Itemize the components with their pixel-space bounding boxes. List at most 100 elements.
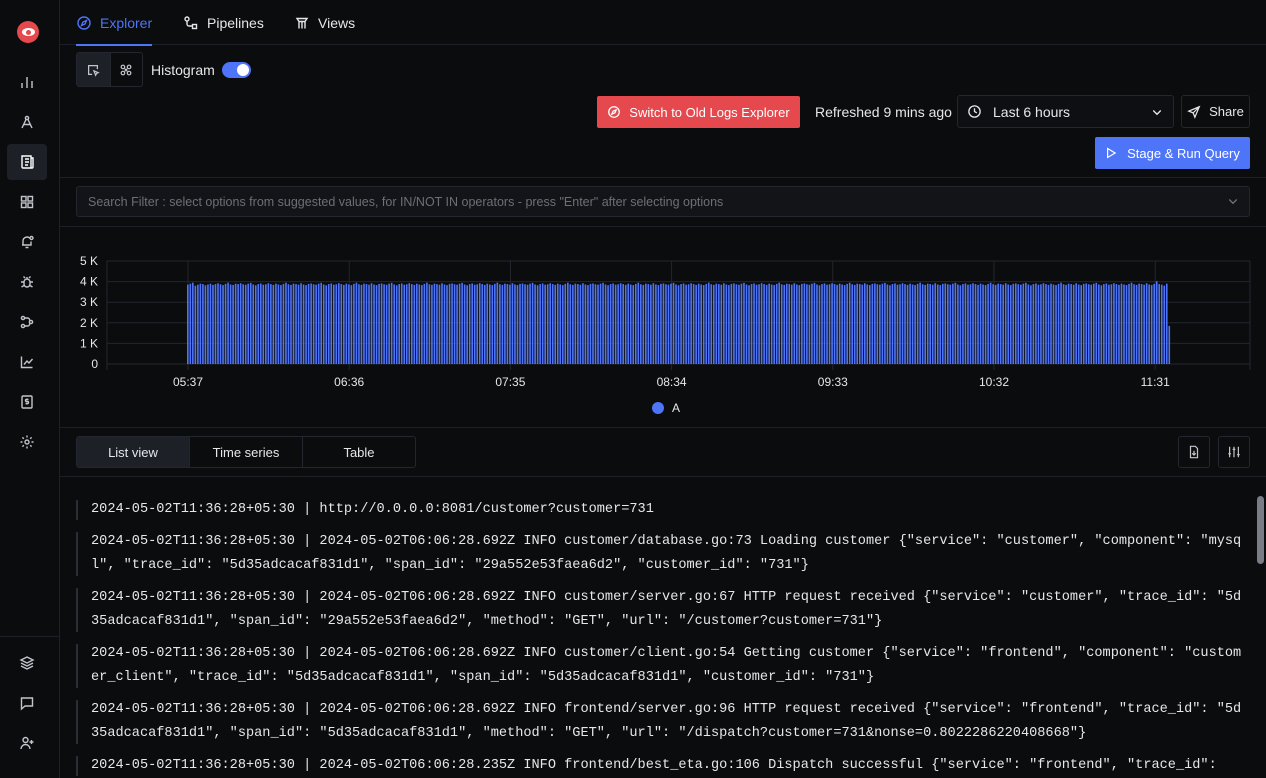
histogram-bar[interactable]	[1057, 283, 1060, 364]
histogram-bar[interactable]	[1012, 283, 1015, 364]
histogram-bar[interactable]	[934, 283, 937, 364]
histogram-bar[interactable]	[670, 283, 672, 364]
histogram-bar[interactable]	[302, 284, 305, 364]
histogram-bar[interactable]	[680, 284, 682, 364]
histogram-bar[interactable]	[735, 284, 738, 364]
histogram-bar[interactable]	[806, 284, 808, 364]
histogram-bar[interactable]	[634, 283, 637, 364]
histogram-bar[interactable]	[718, 284, 720, 364]
histogram-bar[interactable]	[790, 284, 793, 364]
histogram-bar[interactable]	[325, 285, 328, 364]
histogram-bar[interactable]	[1168, 325, 1171, 364]
histogram-bar[interactable]	[468, 284, 471, 364]
histogram-bar[interactable]	[949, 284, 952, 364]
histogram-bar[interactable]	[443, 284, 446, 364]
histogram-bar[interactable]	[267, 283, 270, 364]
histogram-bar[interactable]	[891, 284, 894, 364]
histogram-bar[interactable]	[579, 284, 582, 364]
services-icon[interactable]	[7, 64, 47, 100]
log-row[interactable]: 2024-05-02T11:36:28+05:30 | 2024-05-02T0…	[76, 586, 1246, 634]
download-button[interactable]	[1178, 436, 1210, 468]
histogram-bar[interactable]	[526, 284, 529, 364]
histogram-bar[interactable]	[473, 284, 476, 364]
histogram-bar[interactable]	[350, 285, 353, 364]
histogram-bar[interactable]	[453, 284, 456, 364]
histogram-bar[interactable]	[637, 282, 640, 364]
histogram-bar[interactable]	[1087, 284, 1090, 364]
histogram-bar[interactable]	[879, 284, 881, 364]
histogram-bar[interactable]	[509, 284, 511, 364]
histogram-bar[interactable]	[702, 285, 705, 364]
histogram-bar[interactable]	[1075, 283, 1077, 364]
histogram-bar[interactable]	[554, 284, 557, 364]
histogram-bar[interactable]	[793, 283, 796, 364]
histogram-bar[interactable]	[395, 285, 398, 364]
histogram-bar[interactable]	[1077, 284, 1080, 364]
histogram-bar[interactable]	[740, 283, 743, 364]
histogram-bar[interactable]	[599, 283, 602, 364]
histogram-bar[interactable]	[1108, 284, 1110, 364]
histogram-bar[interactable]	[1082, 283, 1085, 364]
histogram-bar[interactable]	[941, 283, 944, 364]
histogram-bar[interactable]	[187, 284, 189, 364]
histogram-bar[interactable]	[997, 283, 999, 364]
histogram-bar[interactable]	[209, 283, 212, 364]
histogram-bar[interactable]	[785, 283, 788, 364]
time-range-select[interactable]: Last 6 hours	[957, 95, 1174, 128]
histogram-bar[interactable]	[322, 284, 325, 364]
histogram-bar[interactable]	[504, 283, 506, 364]
histogram-bar[interactable]	[796, 284, 798, 364]
histogram-bar[interactable]	[252, 284, 255, 364]
histogram-bar[interactable]	[385, 284, 388, 364]
histogram-bar[interactable]	[426, 282, 428, 364]
histogram-bar[interactable]	[433, 283, 436, 364]
histogram-bar[interactable]	[617, 284, 619, 364]
histogram-bar[interactable]	[335, 284, 338, 364]
histogram-bar[interactable]	[642, 284, 645, 364]
histogram-bar[interactable]	[1025, 282, 1027, 364]
histogram-bar[interactable]	[1042, 283, 1045, 364]
histogram-bar[interactable]	[1095, 282, 1098, 364]
histogram-bar[interactable]	[529, 283, 531, 364]
histogram-bar[interactable]	[894, 283, 896, 364]
histogram-bar[interactable]	[282, 283, 285, 364]
histogram-bar[interactable]	[939, 285, 942, 364]
histogram-bar[interactable]	[1090, 284, 1093, 364]
histogram-bar[interactable]	[645, 283, 647, 364]
histogram-bar[interactable]	[1113, 283, 1115, 364]
histogram-bar[interactable]	[959, 285, 962, 364]
histogram-bar[interactable]	[808, 284, 811, 364]
log-row[interactable]: 2024-05-02T11:36:28+05:30 | 2024-05-02T0…	[76, 754, 1246, 778]
histogram-bar[interactable]	[249, 282, 252, 364]
traces-icon[interactable]	[7, 104, 47, 140]
histogram-bar[interactable]	[1060, 282, 1062, 364]
histogram-bar[interactable]	[856, 283, 859, 364]
histogram-bar[interactable]	[541, 283, 544, 364]
histogram-bar[interactable]	[1030, 285, 1032, 364]
histogram-bar[interactable]	[297, 284, 300, 364]
histogram-bar[interactable]	[655, 284, 657, 364]
histogram-bar[interactable]	[421, 285, 423, 364]
histogram-bar[interactable]	[277, 284, 280, 364]
histogram-bar[interactable]	[481, 284, 484, 364]
histogram-bar[interactable]	[587, 285, 589, 364]
histogram-bar[interactable]	[1037, 284, 1040, 364]
histogram-bar[interactable]	[491, 285, 494, 364]
histogram-bar[interactable]	[244, 284, 247, 364]
histogram-bar[interactable]	[1103, 284, 1105, 364]
histogram-bar[interactable]	[1002, 284, 1005, 364]
histogram-bar[interactable]	[247, 283, 250, 364]
histogram-bar[interactable]	[697, 283, 700, 364]
histogram-bar[interactable]	[690, 283, 692, 364]
histogram-bar[interactable]	[423, 283, 426, 364]
histogram-bar[interactable]	[597, 284, 599, 364]
histogram-bar[interactable]	[639, 284, 642, 364]
histogram-bar[interactable]	[224, 283, 227, 364]
format-options-button[interactable]	[1218, 436, 1250, 468]
histogram-bar[interactable]	[428, 284, 431, 364]
histogram-bar[interactable]	[803, 283, 806, 364]
histogram-bar[interactable]	[567, 282, 569, 364]
histogram-bar[interactable]	[471, 283, 473, 364]
histogram-bar[interactable]	[969, 284, 972, 364]
histogram-bar[interactable]	[496, 282, 499, 364]
